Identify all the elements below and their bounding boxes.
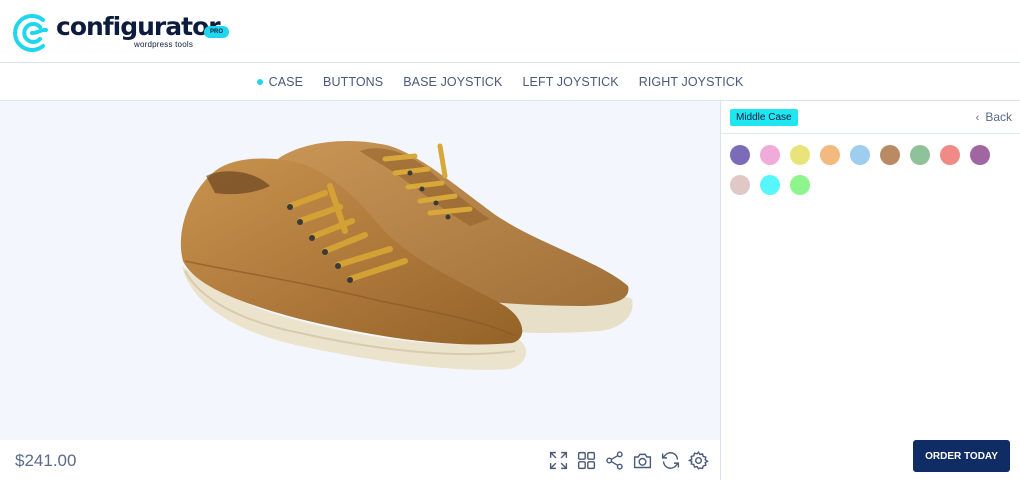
snapshot-button[interactable] bbox=[628, 448, 656, 472]
color-swatch[interactable] bbox=[940, 145, 960, 165]
tab-label: LEFT JOYSTICK bbox=[522, 75, 619, 89]
product-viewer[interactable] bbox=[0, 101, 720, 440]
color-swatch[interactable] bbox=[970, 145, 990, 165]
app-header: configurator wordpress tools PRO bbox=[0, 0, 1020, 63]
color-swatch[interactable] bbox=[850, 145, 870, 165]
fullscreen-icon bbox=[549, 451, 567, 469]
color-swatch[interactable] bbox=[790, 175, 810, 195]
viewer-toolbar bbox=[544, 448, 712, 472]
share-icon bbox=[605, 450, 623, 470]
color-swatch[interactable] bbox=[760, 175, 780, 195]
brand-name: configurator bbox=[56, 12, 221, 41]
total-price: $241.00 bbox=[15, 451, 77, 470]
pro-badge: PRO bbox=[204, 26, 230, 38]
color-swatch[interactable] bbox=[790, 145, 810, 165]
tab-label: RIGHT JOYSTICK bbox=[638, 75, 744, 89]
tab-buttons[interactable]: BUTTONS bbox=[323, 75, 383, 89]
fullscreen-button[interactable] bbox=[544, 448, 572, 472]
color-swatch[interactable] bbox=[730, 175, 750, 195]
reset-button[interactable] bbox=[656, 448, 684, 472]
tab-label: BUTTONS bbox=[323, 75, 384, 89]
color-swatch[interactable] bbox=[730, 145, 750, 165]
color-swatch[interactable] bbox=[910, 145, 930, 165]
grid-view-button[interactable] bbox=[572, 448, 600, 472]
color-swatches bbox=[730, 145, 1010, 205]
panel-title-badge: Middle Case bbox=[730, 109, 798, 126]
camera-icon bbox=[633, 453, 651, 468]
settings-icon bbox=[687, 450, 709, 470]
back-link[interactable]: ‹ Back bbox=[976, 110, 1012, 124]
options-panel: Middle Case ‹ Back bbox=[721, 101, 1020, 480]
viewer-footer: $241.00 bbox=[0, 440, 720, 480]
color-swatch[interactable] bbox=[880, 145, 900, 165]
tab-label: CASE bbox=[268, 75, 304, 89]
product-image bbox=[180, 141, 633, 370]
settings-button[interactable] bbox=[684, 448, 712, 472]
color-swatch[interactable] bbox=[760, 145, 780, 165]
order-button[interactable]: ORDER TODAY bbox=[913, 440, 1010, 472]
tab-right-joystick[interactable]: RIGHT JOYSTICK bbox=[639, 75, 744, 89]
tab-left-joystick[interactable]: LEFT JOYSTICK bbox=[523, 75, 619, 89]
chevron-left-icon: ‹ bbox=[975, 112, 980, 124]
refresh-icon bbox=[661, 451, 679, 469]
panel-header: Middle Case ‹ Back bbox=[721, 101, 1020, 134]
active-dot-icon bbox=[256, 79, 263, 85]
color-swatch[interactable] bbox=[820, 145, 840, 165]
share-button[interactable] bbox=[600, 448, 628, 472]
brand-subtitle: wordpress tools bbox=[134, 40, 194, 49]
back-label: Back bbox=[985, 110, 1012, 124]
logo-mark-icon bbox=[13, 14, 48, 52]
tab-label: BASE JOYSTICK bbox=[403, 75, 503, 89]
part-tabs: CASE BUTTONS BASE JOYSTICK LEFT JOYSTICK… bbox=[0, 64, 1020, 101]
grid-icon bbox=[577, 451, 595, 469]
tab-case[interactable]: CASE bbox=[256, 75, 304, 89]
brand-logo[interactable]: configurator wordpress tools PRO bbox=[12, 12, 230, 54]
tab-base-joystick[interactable]: BASE JOYSTICK bbox=[403, 75, 502, 89]
